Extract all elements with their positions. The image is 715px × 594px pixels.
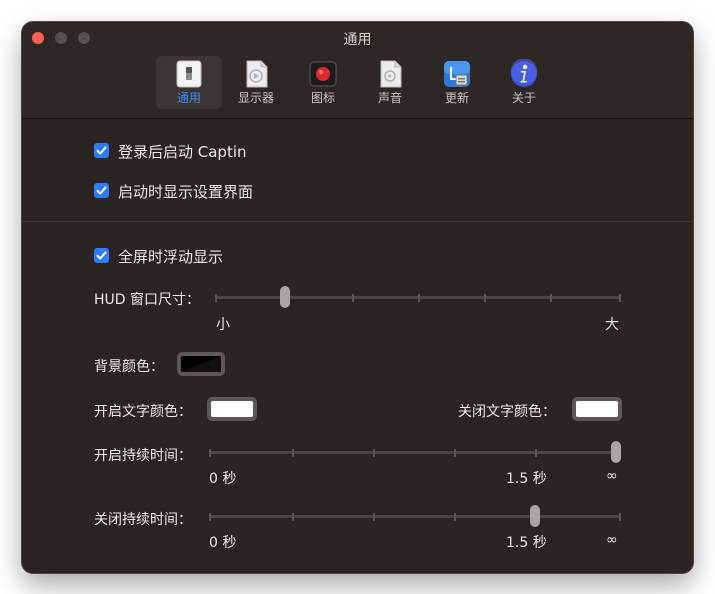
show-settings-on-launch-label: 启动时显示设置界面 — [118, 183, 254, 201]
tab-icon[interactable]: 图标 — [290, 56, 356, 109]
switch-icon — [176, 60, 202, 88]
tab-icon-label: 图标 — [310, 91, 335, 105]
slider-tick — [619, 513, 621, 521]
on-duration-label: 开启持续时间： — [94, 448, 192, 464]
checkmark-icon — [96, 186, 107, 195]
slider-tick — [373, 513, 375, 521]
info-icon — [511, 59, 537, 87]
off-duration-min-label: 0 秒 — [209, 535, 237, 551]
hud-size-max-label: 大 — [605, 317, 619, 333]
hud-size-label: HUD 窗口尺寸： — [94, 292, 201, 308]
color-swatch — [181, 356, 221, 372]
slider-tick — [550, 294, 552, 302]
tab-general-label: 通用 — [176, 91, 201, 105]
document-play-icon — [246, 60, 268, 88]
color-swatch — [576, 401, 618, 417]
hud-size-knob[interactable] — [280, 286, 290, 308]
on-duration-track[interactable] — [209, 451, 621, 454]
on-duration-min-label: 0 秒 — [209, 471, 237, 487]
on-duration-knob[interactable] — [611, 441, 621, 463]
tab-about[interactable]: 关于 — [491, 56, 557, 109]
off-duration-max-label: ∞ — [606, 532, 618, 548]
off-text-color-well[interactable] — [572, 397, 622, 421]
hud-size-min-label: 小 — [216, 317, 230, 333]
slider-tick — [484, 294, 486, 302]
slider-tick — [352, 294, 354, 302]
tab-update-label: 更新 — [444, 91, 469, 105]
show-settings-on-launch-checkbox[interactable] — [94, 183, 109, 198]
checkmark-icon — [96, 251, 107, 260]
tab-display-label: 显示器 — [237, 91, 274, 105]
update-app-icon — [444, 61, 470, 87]
tab-display[interactable]: 显示器 — [223, 56, 289, 109]
off-duration-knob[interactable] — [530, 505, 540, 527]
title-bar: 通用 通用 显示器 图标 声音 更新 关于 — [22, 22, 693, 119]
off-text-color-label: 关闭文字颜色： — [458, 404, 556, 420]
tab-sound-label: 声音 — [377, 91, 402, 105]
window-title: 通用 — [343, 32, 372, 48]
slider-tick — [454, 449, 456, 457]
slider-tick — [535, 449, 537, 457]
checkmark-icon — [96, 146, 107, 155]
slider-tick — [209, 513, 211, 521]
float-in-fullscreen-checkbox[interactable] — [94, 248, 109, 263]
off-duration-label: 关闭持续时间： — [94, 512, 192, 528]
on-duration-max-label: ∞ — [606, 468, 618, 484]
on-duration-mid-label: 1.5 秒 — [506, 471, 547, 487]
slider-tick — [619, 294, 621, 302]
on-text-color-label: 开启文字颜色： — [94, 404, 192, 420]
launch-at-login-checkbox[interactable] — [94, 143, 109, 158]
off-duration-mid-label: 1.5 秒 — [506, 535, 547, 551]
record-icon — [309, 61, 337, 87]
preferences-window: 通用 通用 显示器 图标 声音 更新 关于 登录后启动 Captin 启动时显示… — [22, 22, 693, 573]
slider-tick — [209, 449, 211, 457]
tab-update[interactable]: 更新 — [424, 56, 490, 109]
color-swatch — [211, 401, 253, 417]
slider-tick — [454, 513, 456, 521]
slider-tick — [292, 513, 294, 521]
section-divider — [22, 221, 693, 222]
on-text-color-well[interactable] — [207, 397, 257, 421]
slider-tick — [373, 449, 375, 457]
background-color-well[interactable] — [177, 352, 225, 376]
tab-sound[interactable]: 声音 — [357, 56, 423, 109]
float-in-fullscreen-label: 全屏时浮动显示 — [118, 248, 224, 266]
background-color-label: 背景颜色： — [94, 359, 164, 375]
tab-general[interactable]: 通用 — [156, 56, 222, 109]
tab-about-label: 关于 — [511, 91, 536, 105]
launch-at-login-label: 登录后启动 Captin — [118, 143, 247, 161]
off-duration-track[interactable] — [209, 515, 621, 518]
audio-file-icon — [380, 60, 402, 88]
slider-tick — [215, 294, 217, 302]
slider-tick — [418, 294, 420, 302]
slider-tick — [292, 449, 294, 457]
